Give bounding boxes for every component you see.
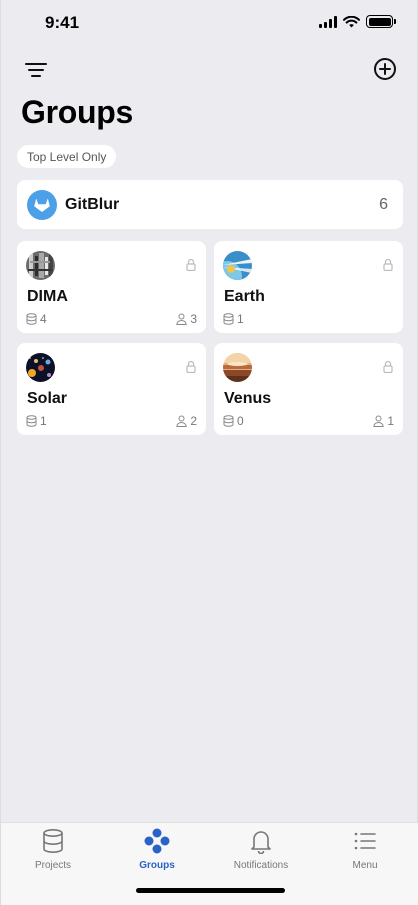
- group-name: Earth: [224, 288, 265, 305]
- add-group-icon[interactable]: [373, 57, 397, 81]
- venus-avatar: [223, 353, 252, 382]
- member-count: 2: [176, 414, 197, 428]
- project-count: 0: [223, 414, 244, 428]
- group-name: Venus: [224, 390, 272, 407]
- groups-icon: [144, 828, 170, 854]
- group-name: Solar: [27, 390, 68, 407]
- status-time: 9:41: [45, 13, 80, 32]
- header-row: [1, 54, 418, 86]
- lock-icon: [186, 258, 196, 271]
- wifi-icon: [343, 15, 360, 27]
- list-icon: [354, 832, 376, 850]
- screen: 9:41 Groups Top Level Only GitBlur 6 DIM…: [0, 0, 418, 905]
- group-name: GitBlur: [65, 195, 120, 213]
- database-icon: [223, 313, 234, 325]
- group-card-venus[interactable]: Venus 0 1: [214, 343, 403, 435]
- solar-avatar: [26, 353, 55, 382]
- filter-chip-label: Top Level Only: [27, 149, 107, 164]
- database-icon: [26, 313, 37, 325]
- member-count: 1: [373, 414, 394, 428]
- lock-icon: [186, 360, 196, 373]
- home-indicator: [136, 888, 285, 893]
- dima-avatar: [26, 251, 55, 280]
- battery-icon: [366, 15, 396, 28]
- member-count: 3: [176, 312, 197, 326]
- gitlab-logo-icon: [27, 189, 57, 220]
- group-card-solar[interactable]: Solar 1 2: [17, 343, 206, 435]
- person-icon: [373, 415, 385, 427]
- group-row-gitblur[interactable]: GitBlur 6: [17, 180, 403, 229]
- database-icon: [26, 415, 37, 427]
- tab-notifications[interactable]: Notifications: [209, 828, 313, 880]
- project-count: 4: [26, 312, 47, 326]
- project-count: 1: [26, 414, 47, 428]
- earth-avatar: [223, 251, 252, 280]
- top-level-only-filter[interactable]: Top Level Only: [17, 145, 117, 168]
- tab-label: Notifications: [233, 860, 289, 871]
- filter-icon[interactable]: [23, 58, 49, 82]
- tab-label: Menu: [352, 860, 378, 871]
- group-card-earth[interactable]: Earth 1: [214, 241, 403, 333]
- page-title: Groups: [21, 94, 133, 130]
- tab-menu[interactable]: Menu: [313, 828, 417, 880]
- database-icon: [223, 415, 234, 427]
- status-bar: 9:41: [1, 0, 418, 48]
- person-icon: [176, 415, 188, 427]
- tab-label: Projects: [34, 860, 72, 871]
- tab-groups[interactable]: Groups: [105, 828, 209, 880]
- tab-projects[interactable]: Projects: [1, 828, 105, 880]
- group-count: 6: [379, 195, 388, 213]
- database-icon: [43, 828, 63, 853]
- project-count: 1: [223, 312, 244, 326]
- status-icons: [319, 15, 396, 28]
- bell-icon: [251, 831, 271, 854]
- lock-icon: [383, 360, 393, 373]
- group-card-dima[interactable]: DIMA 4 3: [17, 241, 206, 333]
- group-name: DIMA: [27, 288, 68, 305]
- cellular-signal-icon: [319, 15, 337, 28]
- person-icon: [176, 313, 188, 325]
- tab-label: Groups: [139, 860, 175, 871]
- lock-icon: [383, 258, 393, 271]
